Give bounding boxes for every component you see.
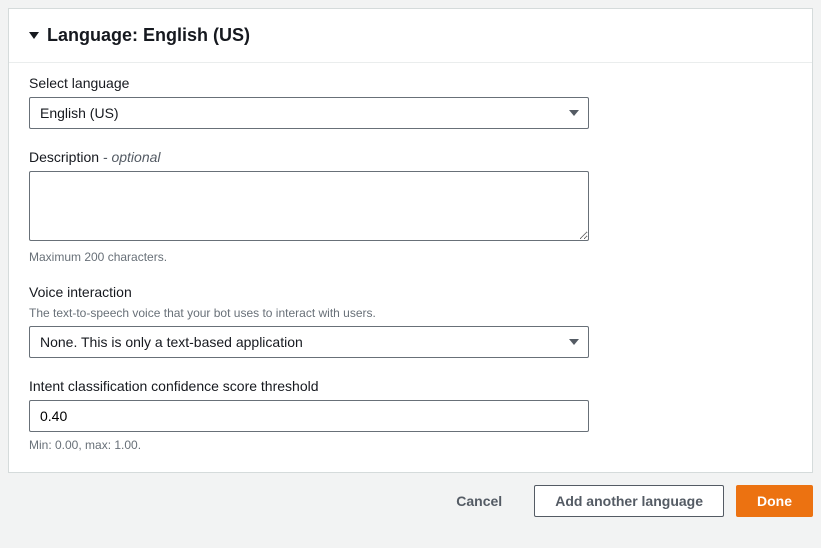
add-another-language-button[interactable]: Add another language (534, 485, 724, 517)
select-language-value: English (US) (40, 105, 119, 121)
voice-interaction-dropdown[interactable]: None. This is only a text-based applicat… (29, 326, 589, 358)
voice-interaction-value: None. This is only a text-based applicat… (40, 334, 303, 350)
description-label-text: Description (29, 149, 99, 165)
panel-header[interactable]: Language: English (US) (9, 9, 812, 62)
select-language-label: Select language (29, 75, 792, 91)
voice-interaction-label: Voice interaction (29, 284, 792, 300)
voice-interaction-field: Voice interaction The text-to-speech voi… (29, 284, 792, 358)
done-button[interactable]: Done (736, 485, 813, 517)
description-input[interactable] (29, 171, 589, 241)
voice-interaction-hint: The text-to-speech voice that your bot u… (29, 306, 792, 320)
collapse-caret-icon (29, 32, 39, 39)
description-help: Maximum 200 characters. (29, 250, 792, 264)
description-field: Description - optional Maximum 200 chara… (29, 149, 792, 264)
threshold-help: Min: 0.00, max: 1.00. (29, 438, 792, 452)
select-language-dropdown[interactable]: English (US) (29, 97, 589, 129)
panel-body: Select language English (US) Description… (9, 62, 812, 472)
threshold-field: Intent classification confidence score t… (29, 378, 792, 452)
description-label: Description - optional (29, 149, 792, 165)
threshold-input[interactable] (29, 400, 589, 432)
cancel-button[interactable]: Cancel (436, 485, 522, 517)
language-panel: Language: English (US) Select language E… (8, 8, 813, 473)
threshold-label: Intent classification confidence score t… (29, 378, 792, 394)
select-language-field: Select language English (US) (29, 75, 792, 129)
panel-title: Language: English (US) (47, 25, 250, 46)
description-optional-tag: - optional (99, 149, 160, 165)
button-row: Cancel Add another language Done (8, 473, 813, 521)
